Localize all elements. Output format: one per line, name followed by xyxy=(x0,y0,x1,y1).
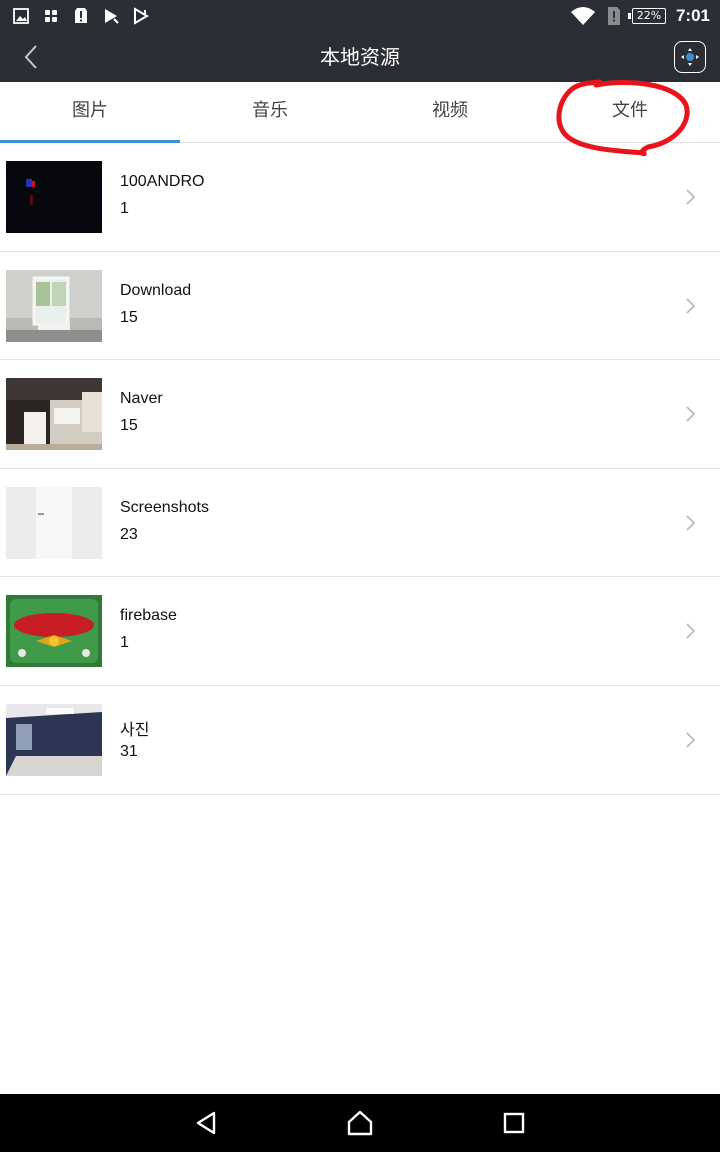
folder-thumbnail xyxy=(6,161,102,233)
system-navigation-bar xyxy=(0,1094,720,1152)
alert-notification-icon xyxy=(75,8,87,23)
folder-thumbnail xyxy=(6,703,102,776)
tab-files[interactable]: 文件 xyxy=(540,82,720,142)
tab-bar: 图片 音乐 视频 文件 xyxy=(0,82,720,143)
chevron-right-icon xyxy=(686,623,696,639)
apps-notification-icon xyxy=(45,10,57,22)
back-button[interactable] xyxy=(14,40,48,74)
list-item[interactable]: 사진 31 xyxy=(0,686,720,795)
folder-name: Screenshots xyxy=(120,498,209,516)
nav-back-icon[interactable] xyxy=(192,1108,222,1138)
folder-thumbnail xyxy=(6,378,102,451)
folder-count: 1 xyxy=(120,200,129,217)
tab-pictures[interactable]: 图片 xyxy=(0,82,180,143)
folder-name: 100ANDRO xyxy=(120,173,205,190)
folder-count: 15 xyxy=(120,417,138,435)
folder-count: 15 xyxy=(120,308,138,326)
folder-list: 100ANDRO 1 Download 15 Naver 15 Screensh… xyxy=(0,143,720,795)
list-item[interactable]: 100ANDRO 1 xyxy=(0,143,720,252)
no-sim-icon xyxy=(607,7,620,25)
folder-thumbnail xyxy=(6,595,102,668)
download-notification-icon xyxy=(134,7,149,25)
page-title: 本地资源 xyxy=(320,45,400,69)
list-item[interactable]: firebase 1 xyxy=(0,577,720,686)
folder-thumbnail xyxy=(6,269,102,342)
folder-count: 1 xyxy=(120,634,129,652)
back-arrow-icon xyxy=(24,45,37,69)
nav-home-icon[interactable] xyxy=(345,1108,375,1138)
list-item[interactable]: Download 15 xyxy=(0,252,720,361)
status-time: 7:01 xyxy=(675,6,710,25)
remote-control-button[interactable] xyxy=(674,41,706,73)
chevron-right-icon xyxy=(686,189,696,205)
folder-name: Download xyxy=(120,281,192,299)
tab-video[interactable]: 视频 xyxy=(360,82,540,142)
app-bar: 本地资源 xyxy=(0,32,720,82)
list-item[interactable]: Screenshots 23 xyxy=(0,469,720,578)
folder-name: firebase xyxy=(120,607,177,625)
status-bar: 22% 7:01 xyxy=(0,0,720,32)
folder-thumbnail xyxy=(6,486,102,559)
system-icons: 22% 7:01 xyxy=(570,3,710,29)
list-item[interactable]: Naver 15 xyxy=(0,360,720,469)
folder-count: 23 xyxy=(120,525,138,543)
chevron-right-icon xyxy=(686,298,696,314)
gallery-notification-icon xyxy=(13,8,29,24)
wifi-icon xyxy=(570,7,595,25)
notification-icons xyxy=(12,5,150,27)
folder-name: Naver xyxy=(120,390,163,408)
battery-level: 22% xyxy=(636,9,662,22)
dpad-icon xyxy=(681,48,699,66)
folder-count: 31 xyxy=(120,742,138,760)
nav-recents-icon[interactable] xyxy=(499,1108,529,1138)
chevron-right-icon xyxy=(686,732,696,748)
battery-indicator: 22% xyxy=(627,8,666,24)
tab-music[interactable]: 音乐 xyxy=(180,82,360,142)
chevron-right-icon xyxy=(686,406,696,422)
play-store-notification-icon xyxy=(105,9,119,24)
folder-name: 사진 xyxy=(120,721,150,739)
chevron-right-icon xyxy=(686,515,696,531)
